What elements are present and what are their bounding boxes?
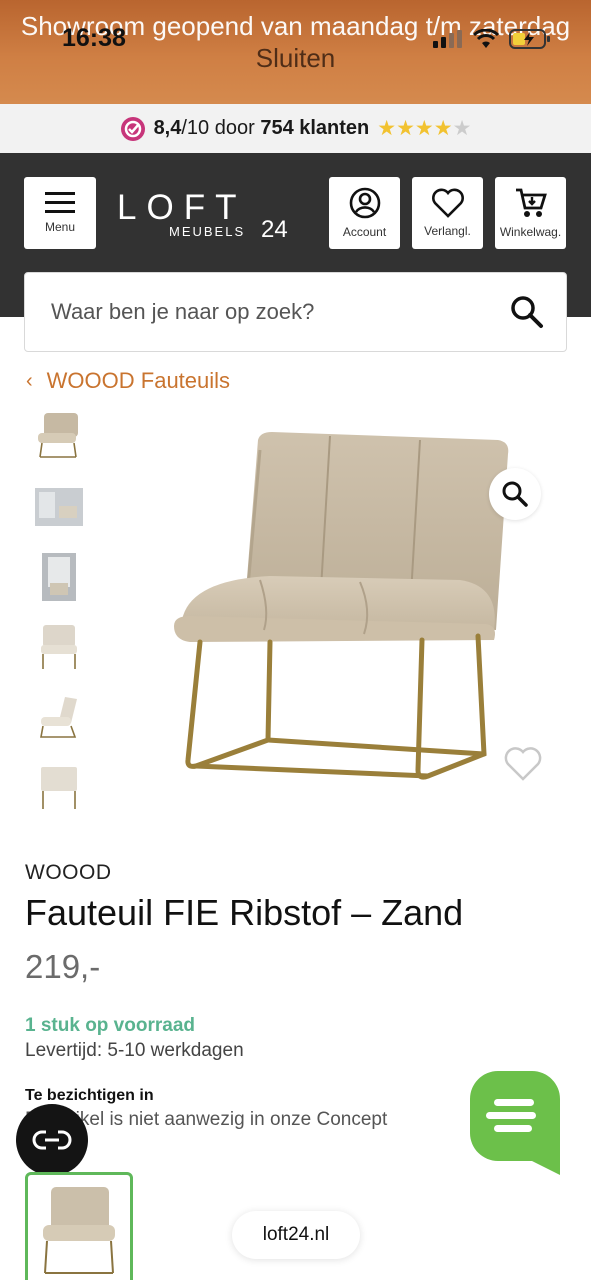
zoom-button[interactable] <box>489 468 541 520</box>
cart-button[interactable]: Winkelwag. <box>495 177 566 249</box>
rating-score: 8,4 <box>153 117 182 139</box>
account-icon <box>349 187 380 219</box>
chat-icon <box>494 1099 534 1106</box>
account-button[interactable]: Account <box>329 177 400 249</box>
wishlist-label: Verlangl. <box>424 224 471 238</box>
heart-icon <box>431 188 464 218</box>
status-icons <box>433 28 551 50</box>
showroom-banner: Showroom geopend van maandag t/m zaterda… <box>0 0 591 104</box>
battery-icon <box>509 29 550 49</box>
account-label: Account <box>342 225 387 239</box>
chair-front-thumbnail-icon <box>41 625 77 669</box>
kiyoh-logo-icon <box>120 116 145 141</box>
thumbnail-6[interactable] <box>34 762 84 812</box>
hamburger-icon <box>45 192 75 213</box>
logo-sub: MEUBELS <box>169 224 245 239</box>
rating-text: 8,4/10 door 754 klanten <box>154 117 370 140</box>
chat-button[interactable] <box>470 1071 562 1179</box>
search-bar <box>24 272 567 352</box>
rating-stars: ★★★★★ <box>377 117 472 140</box>
thumbnail-5[interactable] <box>34 692 84 742</box>
product-title: Fauteuil FIE Ribstof – Zand <box>25 892 464 933</box>
chair-side-thumbnail-icon <box>40 697 77 738</box>
cart-label: Winkelwag. <box>499 225 562 239</box>
banner-close-link[interactable]: Sluiten <box>256 43 336 73</box>
selected-variant-thumbnail[interactable] <box>25 1172 133 1280</box>
accessibility-button[interactable] <box>16 1104 88 1176</box>
chair-thumbnail-icon <box>38 413 78 458</box>
rating-scale: /10 door <box>181 117 255 139</box>
browser-url-pill[interactable]: loft24.nl <box>232 1211 360 1259</box>
logo-text: LOFT <box>117 189 246 227</box>
chair-back-thumbnail-icon <box>41 767 77 809</box>
lead-time: Levertijd: 5-10 werkdagen <box>25 1040 244 1061</box>
product-price: 219,- <box>25 948 101 985</box>
product-main-image[interactable] <box>160 420 530 800</box>
room-thumbnail-icon <box>35 488 83 526</box>
loft24-logo[interactable]: LOFT MEUBELS 24 <box>117 189 307 239</box>
status-time: 16:38 <box>62 24 126 52</box>
menu-label: Menu <box>44 220 76 234</box>
thumbnail-3[interactable] <box>34 552 84 602</box>
signal-icon <box>433 30 462 48</box>
search-icon[interactable] <box>508 293 546 331</box>
product-brand[interactable]: WOOOD <box>25 861 112 885</box>
breadcrumb[interactable]: ‹ WOOOD Fauteuils <box>26 368 230 394</box>
zoom-icon <box>502 481 528 507</box>
logo-num: 24 <box>261 216 288 239</box>
wishlist-button[interactable]: Verlangl. <box>412 177 483 249</box>
wifi-icon <box>473 29 499 48</box>
thumbnail-1[interactable] <box>34 410 84 460</box>
cart-icon <box>515 188 547 217</box>
site-header: Menu LOFT MEUBELS 24 Account Verlangl. W… <box>0 153 591 352</box>
menu-button[interactable]: Menu <box>24 177 96 249</box>
viewing-title: Te bezichtigen in <box>25 1087 154 1104</box>
stock-status: 1 stuk op voorraad <box>25 1015 195 1036</box>
favorite-heart-icon[interactable] <box>503 746 543 782</box>
chair-thumbnail-icon <box>43 1187 115 1274</box>
chevron-left-icon: ‹ <box>26 369 33 392</box>
rating-strip[interactable]: 8,4/10 door 754 klanten ★★★★★ <box>0 104 591 153</box>
thumbnail-2[interactable] <box>34 482 84 532</box>
breadcrumb-label: WOOOD Fauteuils <box>46 368 231 393</box>
rating-customers: 754 klanten <box>260 117 370 139</box>
room-thumbnail-icon <box>42 553 76 601</box>
accessibility-icon <box>32 1130 72 1150</box>
thumbnail-4[interactable] <box>34 622 84 672</box>
search-input[interactable] <box>51 299 471 325</box>
